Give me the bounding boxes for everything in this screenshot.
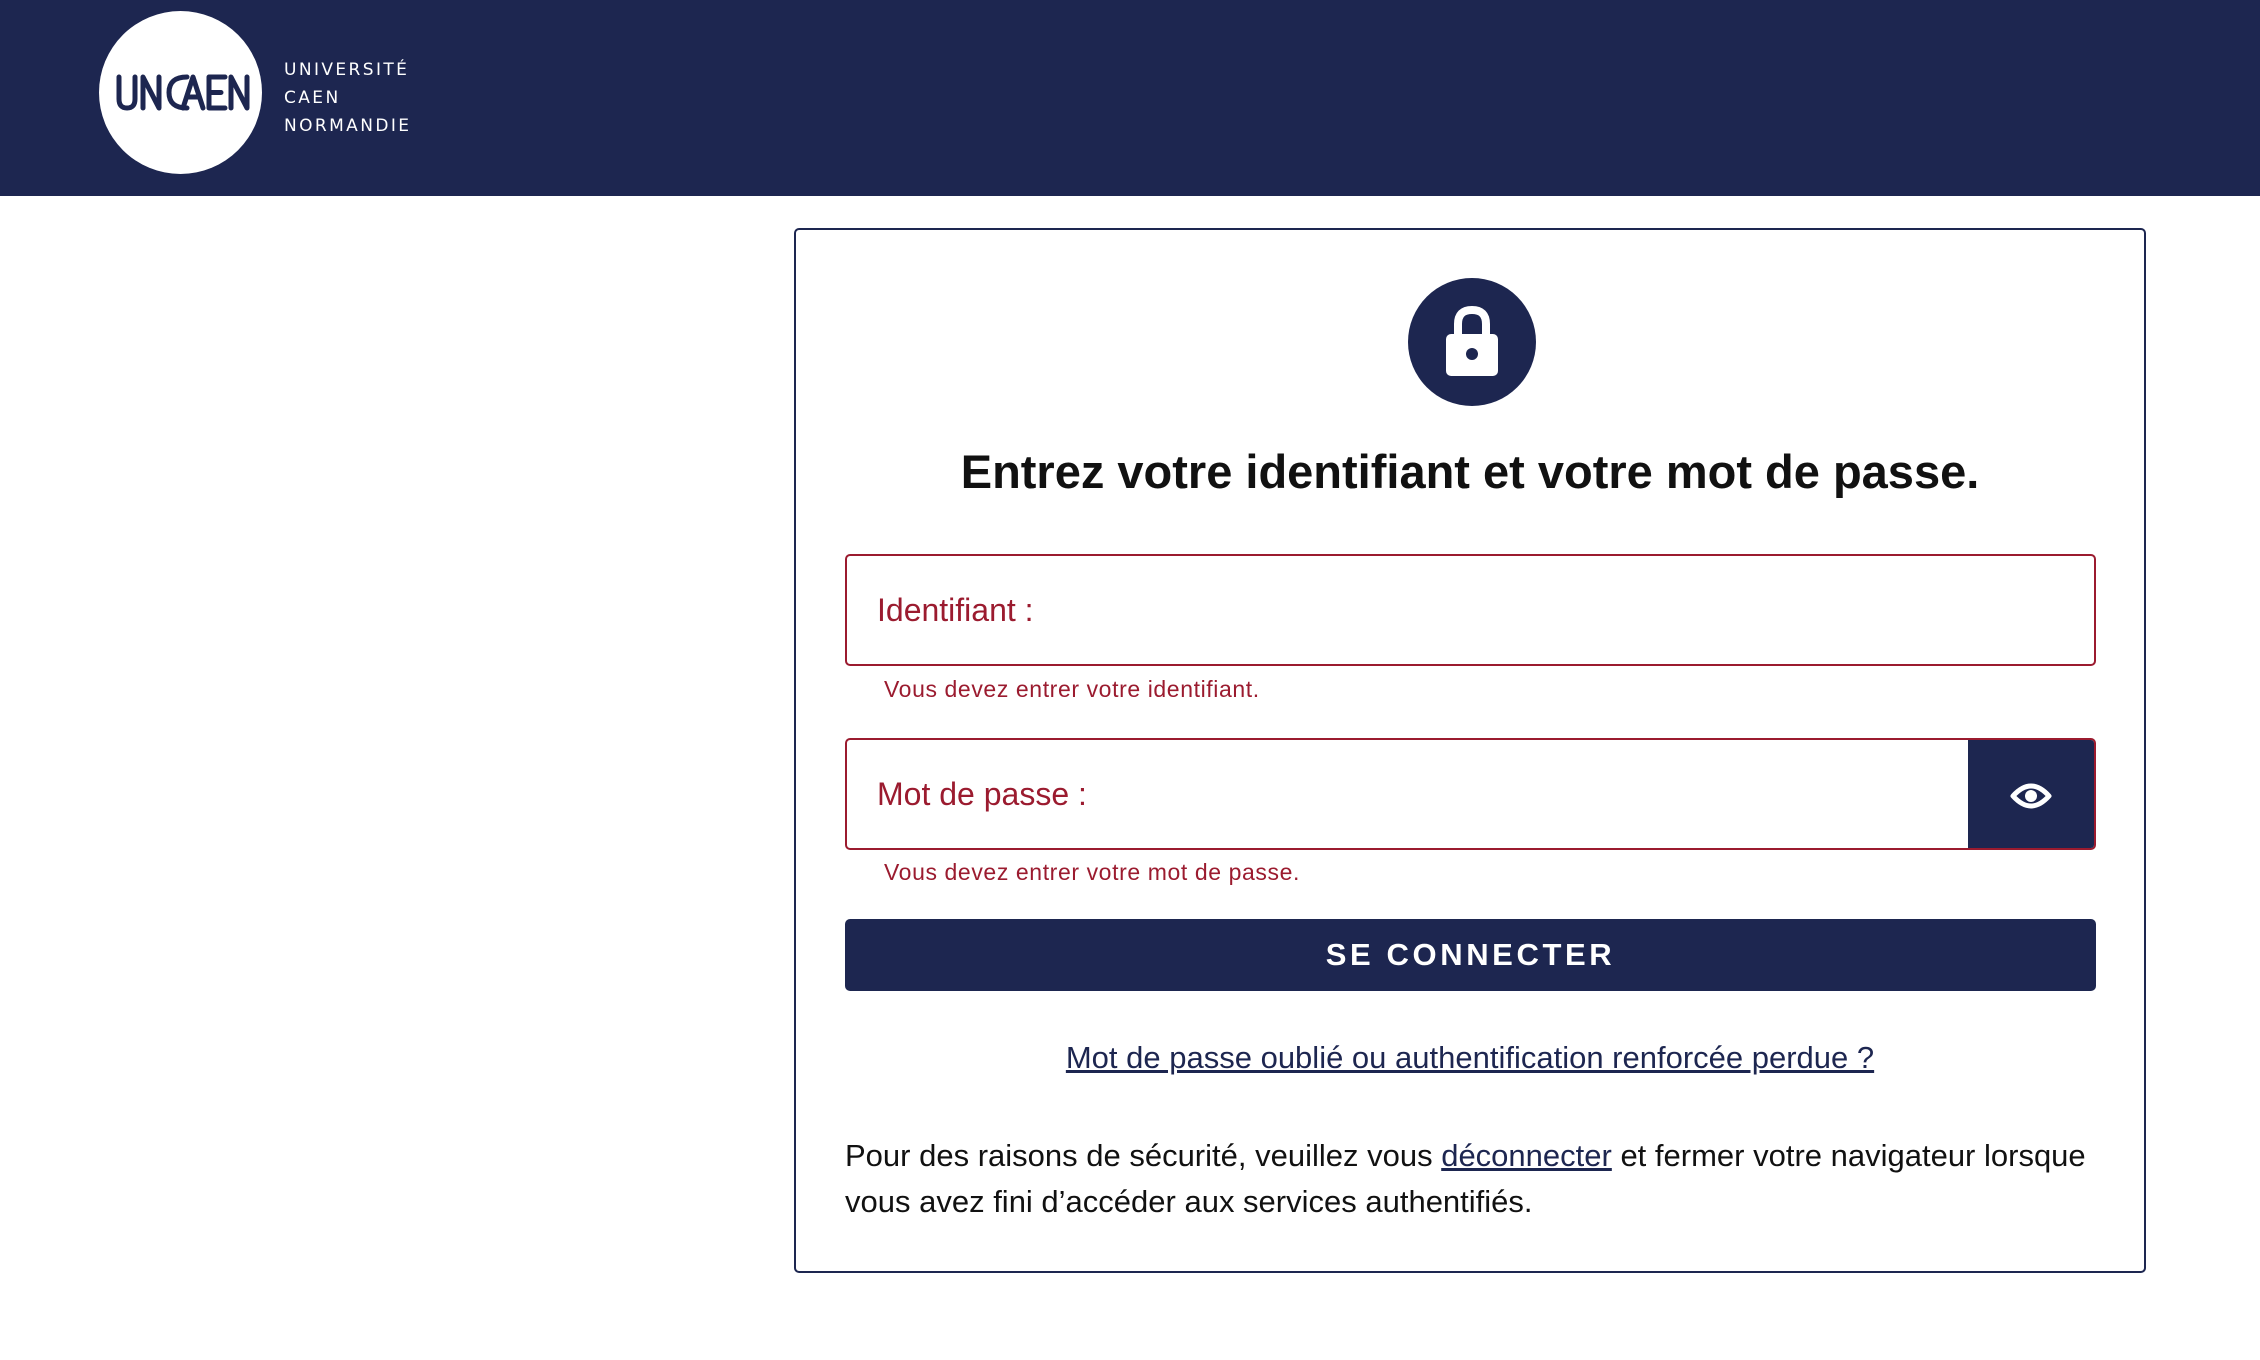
password-input[interactable] — [847, 740, 1967, 848]
show-password-button[interactable] — [1968, 740, 2094, 848]
notice-text-before: Pour des raisons de sécurité, veuillez v… — [845, 1138, 1442, 1173]
username-input[interactable] — [847, 556, 2094, 664]
logo-line-2: CAEN — [284, 88, 341, 108]
unicaen-logo-mark — [116, 74, 250, 111]
site-header: UNIVERSITÉ CAEN NORMANDIE — [0, 0, 2260, 196]
university-name: UNIVERSITÉ CAEN NORMANDIE — [284, 56, 411, 140]
password-field[interactable]: Mot de passe : — [845, 738, 2096, 850]
login-button[interactable]: SE CONNECTER — [845, 919, 2096, 991]
eye-icon — [2010, 783, 2052, 809]
security-notice: Pour des raisons de sécurité, veuillez v… — [845, 1133, 2105, 1225]
logo-line-1: UNIVERSITÉ — [284, 60, 410, 80]
logout-link[interactable]: déconnecter — [1441, 1138, 1612, 1173]
username-error: Vous devez entrer votre identifiant. — [884, 676, 1260, 702]
username-field[interactable]: Identifiant : — [845, 554, 2096, 666]
login-card: Entrez votre identifiant et votre mot de… — [794, 228, 2146, 1273]
forgot-password-link[interactable]: Mot de passe oublié ou authentification … — [796, 1040, 2144, 1076]
password-error: Vous devez entrer votre mot de passe. — [884, 859, 1300, 885]
logo-line-3: NORMANDIE — [284, 116, 412, 136]
unicaen-logo[interactable] — [99, 11, 262, 174]
login-title: Entrez votre identifiant et votre mot de… — [960, 445, 1980, 498]
lock-icon — [1408, 278, 1536, 406]
